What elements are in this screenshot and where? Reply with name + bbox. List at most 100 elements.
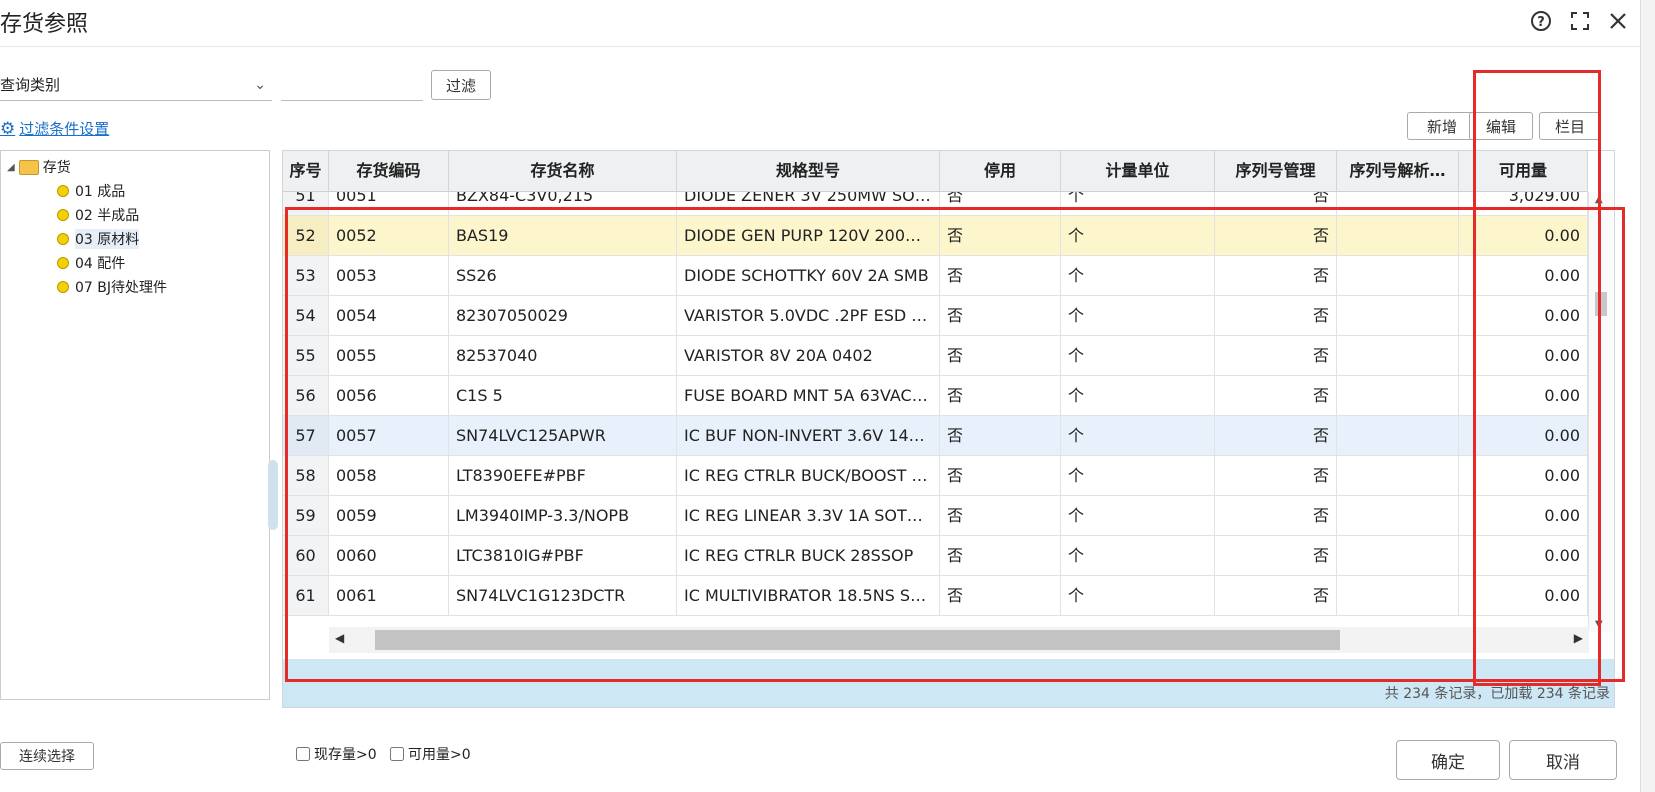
cell-item-spec: IC REG LINEAR 3.3V 1A SOT223 — [677, 496, 940, 535]
stock-gt-zero-checkbox[interactable]: 现存量>0 — [296, 744, 377, 764]
category-tree: ◢ 存货 01 成品 02 半成品 03 原材料 04 配件 07 BJ待处理件 — [0, 150, 270, 700]
cell-serial-mgmt: 否 — [1215, 296, 1337, 335]
panel-splitter-handle[interactable] — [268, 460, 278, 530]
cell-serial-mgmt: 否 — [1215, 456, 1337, 495]
filter-button[interactable]: 过滤 — [431, 70, 491, 100]
cell-unit: 个 — [1061, 496, 1215, 535]
cell-available-qty: 0.00 — [1459, 456, 1588, 495]
cell-item-name: C1S 5 — [449, 376, 677, 415]
vertical-scrollbar[interactable]: ▲ ▼ — [1588, 192, 1613, 632]
help-icon[interactable]: ? — [1528, 8, 1554, 34]
cell-row-index: 53 — [283, 256, 329, 295]
cell-serial-mgmt: 否 — [1215, 336, 1337, 375]
cell-disabled-flag: 否 — [940, 296, 1061, 335]
cancel-button[interactable]: 取消 — [1509, 740, 1617, 780]
cell-disabled-flag: 否 — [940, 192, 1061, 215]
table-row[interactable]: 54 0054 82307050029 VARISTOR 5.0VDC .2PF ES… — [283, 296, 1588, 336]
filter-settings-link[interactable]: ⚙ 过滤条件设置 — [0, 118, 109, 139]
table-row[interactable]: 57 0057 SN74LVC125APWR IC BUF NON-INVERT 3.… — [283, 416, 1588, 456]
cell-item-code: 0060 — [329, 536, 449, 575]
gear-icon: ⚙ — [0, 118, 16, 139]
cell-row-index: 61 — [283, 576, 329, 615]
vertical-scroll-thumb[interactable] — [1595, 292, 1607, 316]
cell-item-code: 0057 — [329, 416, 449, 455]
column-header-serial-parse[interactable]: 序列号解析… — [1337, 151, 1459, 191]
cell-item-code: 0056 — [329, 376, 449, 415]
cell-item-code: 0053 — [329, 256, 449, 295]
table-row[interactable]: 560056C1S 5FUSE BOARD MNT 5A 63VAC 125VD… — [283, 376, 1588, 416]
table-row[interactable]: 58 0058 LT8390EFE#PBF IC REG CTRLR BUCK/BOO… — [283, 456, 1588, 496]
cell-item-name: LM3940IMP-3.3/NOPB — [449, 496, 677, 535]
scroll-up-arrow-icon[interactable]: ▲ — [1595, 194, 1603, 205]
available-gt-zero-check[interactable] — [390, 747, 404, 761]
cell-serial-parse — [1337, 216, 1459, 255]
cell-available-qty: 0.00 — [1459, 376, 1588, 415]
column-header-serial-mgmt[interactable]: 序列号管理 — [1215, 151, 1337, 191]
query-category-select[interactable]: 查询类别 ⌄ — [0, 70, 272, 101]
table-row[interactable]: 59 0059 LM3940IMP-3.3/NOPB IC REG LINEAR 3.… — [283, 496, 1588, 536]
cell-item-code: 0058 — [329, 456, 449, 495]
cell-item-name: SS26 — [449, 256, 677, 295]
tree-node-label: 04 配件 — [75, 256, 126, 272]
table-row[interactable]: 55 0055 82537040 VARISTOR 8V 20A 0402 否个否 0.0… — [283, 336, 1588, 376]
stock-gt-zero-check[interactable] — [296, 747, 310, 761]
table-row[interactable]: 520052BAS19DIODE GEN PURP 120V 200MA SOT… — [283, 216, 1588, 256]
cell-available-qty: 0.00 — [1459, 256, 1588, 295]
column-header-index[interactable]: 序号 — [283, 151, 329, 191]
scroll-left-arrow-icon[interactable]: ◀ — [335, 631, 344, 645]
tree-root-node[interactable]: ◢ 存货 — [7, 157, 71, 177]
add-button[interactable]: 新增 — [1407, 112, 1477, 140]
scroll-right-arrow-icon[interactable]: ▶ — [1574, 631, 1583, 645]
inventory-grid: 序号 存货编码 存货名称 规格型号 停用 计量单位 序列号管理 序列号解析… 可… — [282, 150, 1615, 708]
column-header-code[interactable]: 存货编码 — [329, 151, 449, 191]
filter-text-input[interactable] — [281, 70, 423, 101]
tree-node-raw-material[interactable]: 03 原材料 — [57, 229, 140, 249]
cell-item-code: 0061 — [329, 576, 449, 615]
cell-row-index: 54 — [283, 296, 329, 335]
scroll-down-arrow-icon[interactable]: ▼ — [1595, 619, 1603, 630]
title-divider — [0, 46, 1640, 47]
node-dot-icon — [57, 233, 69, 245]
record-count-text: 共 234 条记录，已加载 234 条记录 — [1384, 686, 1610, 702]
cell-serial-mgmt: 否 — [1215, 376, 1337, 415]
column-header-spec[interactable]: 规格型号 — [677, 151, 940, 191]
cell-serial-mgmt: 否 — [1215, 216, 1337, 255]
cell-unit: 个 — [1061, 576, 1215, 615]
maximize-icon[interactable] — [1567, 8, 1593, 34]
available-gt-zero-checkbox[interactable]: 可用量>0 — [390, 744, 471, 764]
cell-item-name: LT8390EFE#PBF — [449, 456, 677, 495]
column-header-available[interactable]: 可用量 — [1459, 151, 1588, 191]
cell-serial-parse — [1337, 576, 1459, 615]
column-header-disabled[interactable]: 停用 — [940, 151, 1061, 191]
horizontal-scrollbar[interactable]: ◀ ▶ — [329, 627, 1589, 653]
tree-node-bj-pending[interactable]: 07 BJ待处理件 — [57, 277, 167, 297]
columns-button[interactable]: 栏目 — [1539, 112, 1601, 140]
table-row[interactable]: 60 0060 LTC3810IG#PBF IC REG CTRLR BUCK 28S… — [283, 536, 1588, 576]
table-row[interactable]: 61 0061 SN74LVC1G123DCTR IC MULTIVIBRATOR 1… — [283, 576, 1588, 616]
cell-unit: 个 — [1061, 296, 1215, 335]
cell-unit: 个 — [1061, 192, 1215, 215]
tree-node-finished[interactable]: 01 成品 — [57, 181, 125, 201]
cell-serial-mgmt: 否 — [1215, 576, 1337, 615]
cell-row-index: 52 — [283, 216, 329, 255]
close-icon[interactable] — [1605, 8, 1631, 34]
cell-serial-mgmt: 否 — [1215, 256, 1337, 295]
table-row[interactable]: 51 0051 BZX84-C3V0,215 DIODE ZENER 3V 250MW… — [283, 192, 1588, 216]
cell-item-spec: IC REG CTRLR BUCK 28SSOP — [677, 536, 940, 575]
grid-footer: 共 234 条记录，已加载 234 条记录 — [283, 659, 1614, 707]
expand-triangle-icon[interactable]: ◢ — [7, 162, 15, 173]
table-row[interactable]: 53 0053 SS26 DIODE SCHOTTKY 60V 2A SMB 否个否 0.… — [283, 256, 1588, 296]
dialog-title: 存货参照 — [0, 12, 89, 37]
ok-button[interactable]: 确定 — [1396, 740, 1500, 780]
cell-serial-mgmt: 否 — [1215, 416, 1337, 455]
edit-button[interactable]: 编辑 — [1469, 112, 1533, 140]
tree-node-semi-finished[interactable]: 02 半成品 — [57, 205, 139, 225]
column-header-unit[interactable]: 计量单位 — [1061, 151, 1215, 191]
cell-item-name: LTC3810IG#PBF — [449, 536, 677, 575]
tree-node-accessories[interactable]: 04 配件 — [57, 253, 125, 273]
horizontal-scroll-thumb[interactable] — [375, 630, 1340, 650]
cell-item-spec: VARISTOR 8V 20A 0402 — [677, 336, 940, 375]
continuous-select-button[interactable]: 连续选择 — [0, 742, 94, 770]
column-header-name[interactable]: 存货名称 — [449, 151, 677, 191]
cell-disabled-flag: 否 — [940, 416, 1061, 455]
